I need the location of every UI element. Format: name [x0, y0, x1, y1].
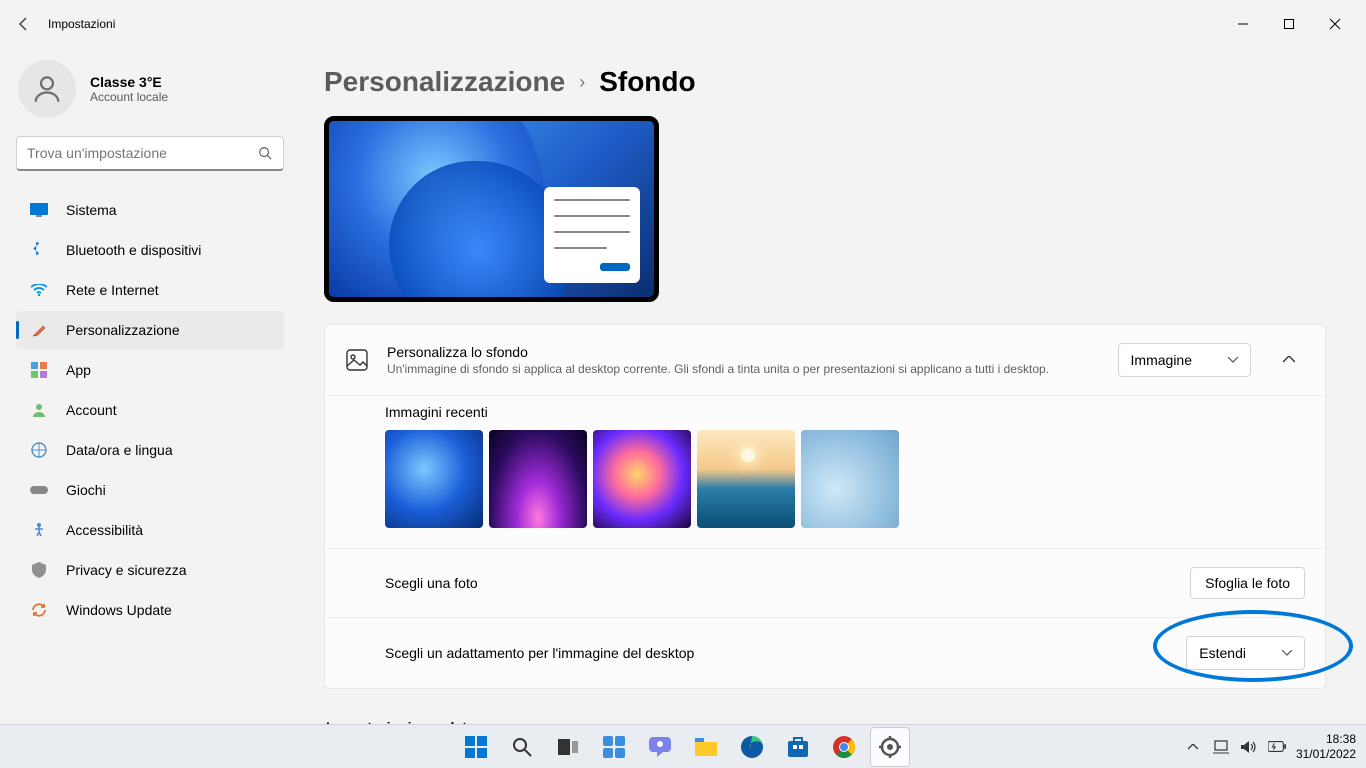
settings-taskbar-icon[interactable] [870, 727, 910, 767]
content-area: Personalizzazione › Sfondo Personalizza … [300, 48, 1366, 724]
panel-title: Personalizza lo sfondo [387, 344, 1100, 360]
taskbar: 18:38 31/01/2022 [0, 724, 1366, 768]
chrome-icon[interactable] [824, 727, 864, 767]
clock-globe-icon [30, 441, 48, 459]
nav-item-personalization[interactable]: Personalizzazione [16, 311, 284, 349]
sidebar: Classe 3°E Account locale Sistema Blueto… [0, 48, 300, 724]
collapse-button[interactable] [1273, 344, 1305, 376]
taskbar-clock[interactable]: 18:38 31/01/2022 [1296, 732, 1356, 761]
desktop-preview [324, 116, 659, 302]
paintbrush-icon [30, 321, 48, 339]
nav-item-time[interactable]: Data/ora e lingua [16, 431, 284, 469]
image-icon [345, 348, 369, 372]
background-panel: Personalizza lo sfondo Un'immagine di sf… [324, 324, 1326, 689]
nav-list: Sistema Bluetooth e dispositivi Rete e I… [16, 191, 284, 629]
panel-subtitle: Un'immagine di sfondo si applica al desk… [387, 362, 1100, 376]
nav-label: Data/ora e lingua [66, 442, 173, 458]
browse-photos-button[interactable]: Sfoglia le foto [1190, 567, 1305, 599]
store-icon[interactable] [778, 727, 818, 767]
nav-label: App [66, 362, 91, 378]
fit-row: Scegli un adattamento per l'immagine del… [325, 617, 1325, 688]
choose-photo-label: Scegli una foto [385, 575, 478, 591]
chevron-down-icon [1282, 650, 1292, 656]
tray-volume-icon[interactable] [1240, 738, 1258, 756]
tray-network-icon[interactable] [1212, 738, 1230, 756]
nav-label: Windows Update [66, 602, 172, 618]
task-view-icon[interactable] [548, 727, 588, 767]
breadcrumb-parent[interactable]: Personalizzazione [324, 66, 565, 98]
chevron-up-icon [1283, 356, 1295, 364]
account-icon [30, 401, 48, 419]
user-block[interactable]: Classe 3°E Account locale [16, 60, 284, 118]
avatar [18, 60, 76, 118]
file-explorer-icon[interactable] [686, 727, 726, 767]
tray-battery-icon[interactable] [1268, 738, 1286, 756]
nav-label: Accessibilità [66, 522, 143, 538]
nav-item-accounts[interactable]: Account [16, 391, 284, 429]
breadcrumb: Personalizzazione › Sfondo [324, 66, 1326, 98]
nav-item-privacy[interactable]: Privacy e sicurezza [16, 551, 284, 589]
nav-item-gaming[interactable]: Giochi [16, 471, 284, 509]
fit-dropdown[interactable]: Estendi [1186, 636, 1305, 670]
user-account-type: Account locale [90, 90, 168, 104]
recent-image-5[interactable] [801, 430, 899, 528]
widgets-icon[interactable] [594, 727, 634, 767]
clock-time: 18:38 [1296, 732, 1356, 746]
background-type-dropdown[interactable]: Immagine [1118, 343, 1251, 377]
chat-icon[interactable] [640, 727, 680, 767]
shield-icon [30, 561, 48, 579]
tray-overflow-icon[interactable] [1184, 738, 1202, 756]
nav-item-bluetooth[interactable]: Bluetooth e dispositivi [16, 231, 284, 269]
choose-photo-row: Scegli una foto Sfoglia le foto [325, 548, 1325, 617]
fit-label: Scegli un adattamento per l'immagine del… [385, 645, 694, 661]
nav-label: Privacy e sicurezza [66, 562, 187, 578]
personalize-background-row: Personalizza lo sfondo Un'immagine di sf… [325, 325, 1325, 395]
breadcrumb-current: Sfondo [599, 66, 695, 98]
recent-image-2[interactable] [489, 430, 587, 528]
nav-label: Personalizzazione [66, 322, 180, 338]
taskbar-search-icon[interactable] [502, 727, 542, 767]
nav-label: Sistema [66, 202, 117, 218]
recent-images-title: Immagini recenti [385, 404, 1305, 420]
chevron-right-icon: › [579, 72, 585, 93]
start-button[interactable] [456, 727, 496, 767]
maximize-button[interactable] [1266, 8, 1312, 40]
gamepad-icon [30, 481, 48, 499]
update-icon [30, 601, 48, 619]
bluetooth-icon [30, 241, 48, 259]
search-icon [257, 145, 273, 161]
user-name: Classe 3°E [90, 74, 168, 90]
recent-images-section: Immagini recenti [325, 395, 1325, 548]
search-input[interactable] [27, 145, 257, 161]
nav-item-apps[interactable]: App [16, 351, 284, 389]
titlebar: Impostazioni [0, 0, 1366, 48]
close-button[interactable] [1312, 8, 1358, 40]
apps-icon [30, 361, 48, 379]
nav-item-system[interactable]: Sistema [16, 191, 284, 229]
recent-image-4[interactable] [697, 430, 795, 528]
nav-item-update[interactable]: Windows Update [16, 591, 284, 629]
nav-label: Rete e Internet [66, 282, 159, 298]
nav-item-network[interactable]: Rete e Internet [16, 271, 284, 309]
minimize-button[interactable] [1220, 8, 1266, 40]
nav-label: Giochi [66, 482, 106, 498]
wifi-icon [30, 281, 48, 299]
recent-image-1[interactable] [385, 430, 483, 528]
accessibility-icon [30, 521, 48, 539]
dropdown-value: Estendi [1199, 645, 1246, 661]
search-box[interactable] [16, 136, 284, 171]
system-icon [30, 201, 48, 219]
edge-icon[interactable] [732, 727, 772, 767]
window-title: Impostazioni [48, 17, 115, 31]
clock-date: 31/01/2022 [1296, 747, 1356, 761]
dropdown-value: Immagine [1131, 352, 1192, 368]
chevron-down-icon [1228, 357, 1238, 363]
recent-image-3[interactable] [593, 430, 691, 528]
nav-item-accessibility[interactable]: Accessibilità [16, 511, 284, 549]
nav-label: Account [66, 402, 117, 418]
nav-label: Bluetooth e dispositivi [66, 242, 201, 258]
back-button[interactable] [8, 8, 40, 40]
